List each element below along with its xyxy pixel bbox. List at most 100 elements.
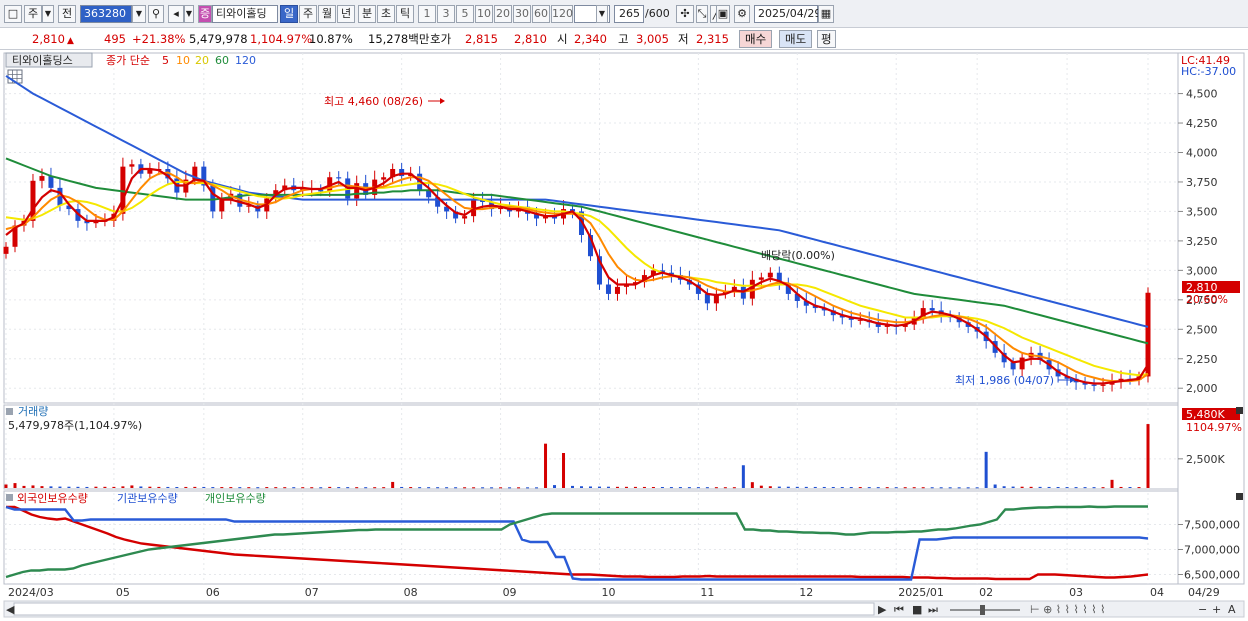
ma120-legend[interactable]: 120 (235, 54, 256, 67)
volume-bar (175, 487, 179, 489)
volume-bar (184, 486, 188, 488)
period-second-button[interactable]: 초 (377, 5, 395, 23)
ma60-legend[interactable]: 60 (215, 54, 229, 67)
institution-holdings-legend[interactable]: 기관보유수량 (117, 492, 178, 505)
ma5-legend[interactable]: 5 (162, 54, 169, 67)
ma10-legend[interactable]: 10 (176, 54, 190, 67)
volume-bar (238, 487, 242, 489)
ask-price: 2,815 (465, 32, 498, 46)
zoom-slider-handle[interactable] (980, 605, 985, 615)
volume-bar (732, 487, 736, 489)
price-tick-label: 4,000 (1186, 147, 1218, 160)
candle-body (3, 246, 9, 254)
high-annotation: 최고 4,460 (08/26) (324, 95, 423, 108)
volume-bar (696, 487, 700, 489)
x-tick-label: 04 (1150, 586, 1164, 599)
period-week-button[interactable]: 주 (299, 5, 317, 23)
candle-body (929, 308, 935, 311)
first-page-icon[interactable]: ⏮ (894, 603, 904, 616)
interval-10-button[interactable]: 10 (475, 5, 493, 23)
price-change-pct: +21.38% (132, 32, 186, 46)
interval-1-button[interactable]: 1 (418, 5, 436, 23)
interval-20-button[interactable]: 20 (494, 5, 512, 23)
open-label: 시 (557, 32, 568, 46)
chevron-down-icon[interactable]: ▼ (132, 5, 146, 23)
buy-button[interactable]: 매수 (739, 30, 773, 48)
crosshair-icon[interactable]: ✣ (676, 5, 694, 23)
zoom-in-icon[interactable]: + (1212, 603, 1221, 616)
volume-bar (562, 453, 566, 488)
interval-120-button[interactable]: 120 (551, 5, 573, 23)
volume-bar (705, 487, 709, 489)
x-tick-label: 02 (979, 586, 993, 599)
stock-chart[interactable]: 티와이홀딩스 종가 단순 5 10 20 60 120 LC:41.49 HC:… (0, 50, 1248, 621)
interval-60-button[interactable]: 60 (532, 5, 550, 23)
candle-body (758, 277, 764, 280)
stock-code-input[interactable]: 363280 (80, 5, 132, 23)
period-year-button[interactable]: 년 (337, 5, 355, 23)
volume-bar (346, 487, 350, 489)
prev-button[interactable]: 전 (58, 5, 76, 23)
volume-bar (948, 487, 952, 489)
volume-bar (508, 487, 512, 489)
close-icon[interactable] (1236, 407, 1243, 414)
speaker-icon[interactable]: ◂ (168, 5, 184, 23)
volume-bar (1119, 486, 1123, 488)
market-select[interactable]: 주 (24, 5, 42, 23)
zoom-icon[interactable]: ⤡ (696, 5, 708, 23)
chevron-down-icon[interactable]: ▼ (42, 5, 54, 23)
calendar-icon[interactable]: ▦ (818, 5, 834, 23)
foreign-holdings-legend[interactable]: 외국인보유수량 (17, 492, 88, 505)
volume-bar (400, 486, 404, 488)
candle-body (767, 272, 773, 278)
period-minute-button[interactable]: 분 (358, 5, 376, 23)
volume-bar (1065, 487, 1069, 489)
zoom-out-icon[interactable]: − (1198, 603, 1207, 616)
text-tool-icon[interactable]: A (1228, 603, 1236, 616)
x-tick-label: 04/29 (1188, 586, 1220, 599)
interval-3-button[interactable]: 3 (437, 5, 455, 23)
volume-bar (148, 486, 152, 488)
volume-bar (885, 487, 889, 489)
ma20-legend[interactable]: 20 (195, 54, 209, 67)
volume-bar (274, 487, 278, 489)
volume-bar (768, 486, 772, 488)
window-icon[interactable]: □ (4, 5, 22, 23)
last-price-pct: 20.60% (1186, 293, 1228, 306)
search-icon[interactable]: ⚲ (148, 5, 164, 23)
scroll-right-icon[interactable]: ▶ (878, 603, 887, 616)
volume-bar (301, 487, 305, 489)
drawing-tools-icon[interactable]: ⊢ ⊕ ⌇ ⌇ ⌇ ⌇ ⌇ ⌇ (1030, 603, 1106, 616)
last-page-icon[interactable]: ⏭ (928, 603, 938, 616)
period-month-button[interactable]: 월 (318, 5, 336, 23)
period-day-button[interactable]: 일 (280, 5, 298, 23)
volume-bar (481, 487, 485, 489)
volume-bar (804, 486, 808, 488)
close-icon[interactable] (1236, 493, 1243, 500)
chevron-down-icon[interactable]: ▼ (184, 5, 194, 23)
individual-holdings-legend[interactable]: 개인보유수량 (205, 492, 266, 505)
volume-bar (427, 487, 431, 489)
price-tick-label: 2,000 (1186, 382, 1218, 395)
interval-30-button[interactable]: 30 (513, 5, 531, 23)
save-icon[interactable]: ▣ (716, 5, 730, 23)
count-input[interactable]: 265 (614, 5, 644, 23)
scroll-track[interactable] (13, 602, 875, 616)
x-tick-label: 03 (1069, 586, 1083, 599)
volume-bar (894, 487, 898, 489)
stop-icon[interactable]: ■ (912, 603, 922, 616)
volume-bar (229, 487, 233, 489)
chevron-down-icon[interactable]: ▼ (596, 5, 608, 23)
volume-bar (984, 451, 988, 488)
volume-bar (786, 486, 790, 488)
volume-bar (921, 487, 925, 489)
volume-bar (193, 486, 197, 488)
interval-5-button[interactable]: 5 (456, 5, 474, 23)
date-input[interactable]: 2025/04/29 (754, 5, 821, 23)
period-tick-button[interactable]: 틱 (396, 5, 414, 23)
gear-icon[interactable]: ⚙ (734, 5, 750, 23)
sell-button[interactable]: 매도 (779, 30, 813, 48)
volume-bar (454, 487, 458, 489)
eval-button[interactable]: 평 (817, 30, 836, 48)
scroll-left-icon[interactable]: ◀ (6, 603, 15, 616)
